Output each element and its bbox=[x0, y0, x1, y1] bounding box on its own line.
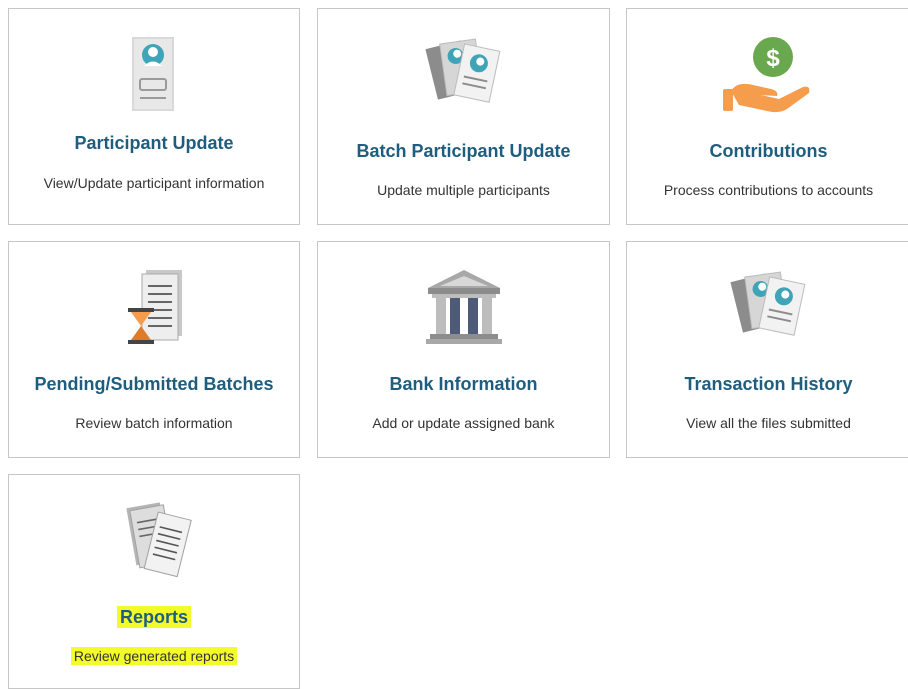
card-bank-information[interactable]: Bank Information Add or update assigned … bbox=[317, 241, 610, 458]
reports-documents-icon bbox=[104, 499, 204, 579]
reports-description-highlight: Review generated reports bbox=[70, 647, 238, 665]
card-description: View/Update participant information bbox=[43, 175, 265, 191]
hand-dollar-icon: $ bbox=[719, 35, 819, 115]
file-stack-icon bbox=[719, 266, 819, 346]
card-transaction-history[interactable]: Transaction History View all the files s… bbox=[626, 241, 908, 458]
card-pending-submitted-batches[interactable]: Pending/Submitted Batches Review batch i… bbox=[8, 241, 300, 458]
reports-title-highlight: Reports bbox=[116, 606, 191, 628]
card-description: Add or update assigned bank bbox=[372, 415, 555, 431]
batch-profiles-icon bbox=[414, 33, 514, 113]
card-title: Reports bbox=[9, 606, 299, 628]
card-description: Review batch information bbox=[75, 415, 233, 431]
bank-building-icon bbox=[414, 266, 514, 346]
card-contributions[interactable]: $ Contributions Process contributions to… bbox=[626, 8, 908, 225]
card-description: Review generated reports bbox=[29, 646, 279, 667]
card-participant-update[interactable]: Participant Update View/Update participa… bbox=[8, 8, 300, 225]
card-title: Batch Participant Update bbox=[356, 141, 571, 161]
svg-text:$: $ bbox=[766, 45, 780, 72]
card-title: Participant Update bbox=[74, 133, 234, 153]
card-title: Pending/Submitted Batches bbox=[34, 374, 274, 394]
card-description: Process contributions to accounts bbox=[663, 182, 874, 198]
card-title: Transaction History bbox=[684, 374, 853, 394]
card-reports[interactable]: Reports Review generated reports bbox=[8, 474, 300, 689]
participant-profile-icon bbox=[104, 35, 204, 115]
card-title: Contributions bbox=[709, 141, 828, 161]
hourglass-document-icon bbox=[104, 266, 204, 346]
card-title: Bank Information bbox=[389, 374, 538, 394]
card-batch-participant-update[interactable]: Batch Participant Update Update multiple… bbox=[317, 8, 610, 225]
card-description: Update multiple participants bbox=[377, 182, 550, 198]
card-description: View all the files submitted bbox=[686, 415, 851, 431]
